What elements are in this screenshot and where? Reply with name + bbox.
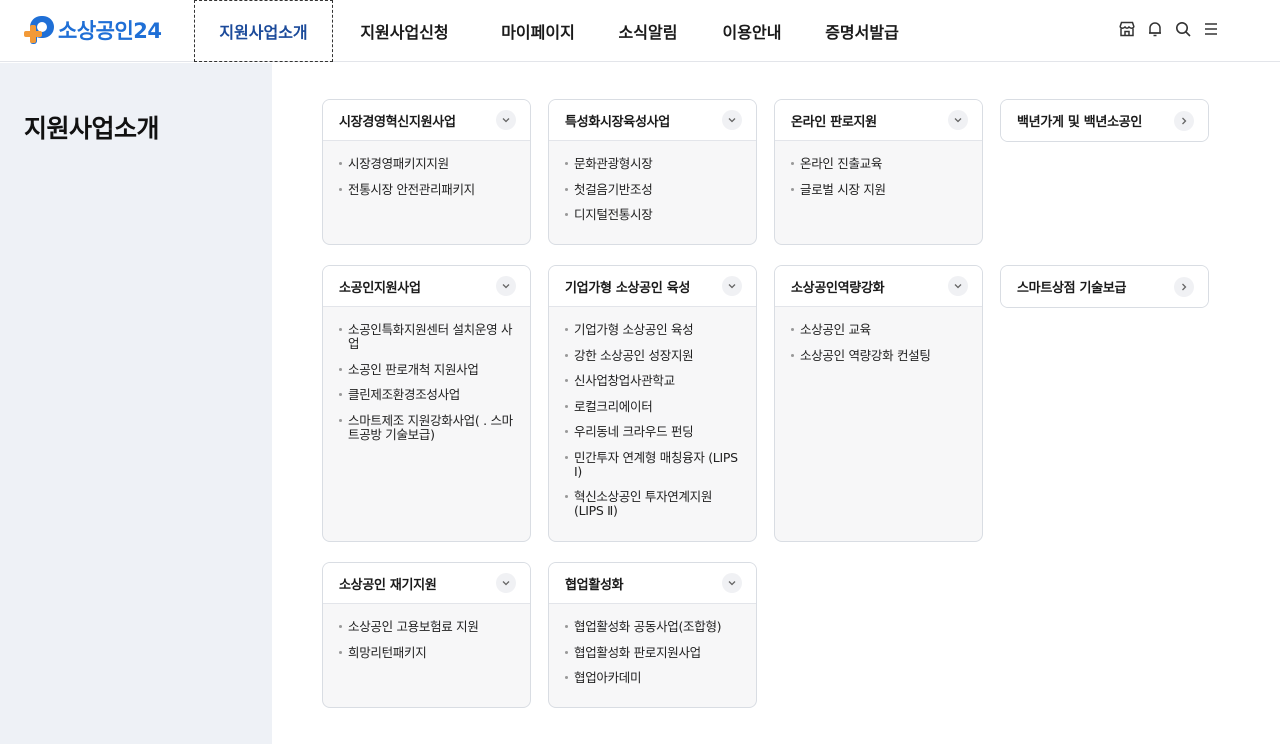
program-link[interactable]: 소공인 판로개척 지원사업 [339,362,516,377]
chevron-down-icon[interactable] [948,110,968,130]
program-link[interactable]: 기업가형 소상공인 육성 [565,323,742,337]
program-link[interactable]: 희망리턴패키지 [339,645,516,660]
category-title: 소상공인역량강화 [791,280,885,296]
category-card: 협업활성화 협업활성화 공동사업(조합형) 협업활성화 판로지원사업 협업아카데… [548,562,757,708]
program-link[interactable]: 소상공인 고용보험료 지원 [339,620,516,634]
category-title: 특성화시장육성사업 [565,114,670,130]
chevron-down-icon[interactable] [496,110,516,130]
program-link[interactable]: 첫걸음기반조성 [565,182,742,197]
program-link[interactable]: 로컬크리에이터 [565,399,742,414]
category-card-header[interactable]: 소상공인 재기지원 [323,563,530,604]
category-card: 기업가형 소상공인 육성 기업가형 소상공인 육성 강한 소상공인 성장지원 신… [548,265,757,542]
main-nav: 지원사업소개 지원사업신청 마이페이지 소식알림 이용안내 증명서발급 [194,0,910,62]
chevron-down-icon[interactable] [722,110,742,130]
bell-icon[interactable] [1146,18,1164,40]
chevron-down-icon[interactable] [722,573,742,593]
chevron-down-icon[interactable] [722,276,742,296]
program-link[interactable]: 소공인특화지원센터 설치운영 사업 [339,323,516,351]
category-card: 소상공인 재기지원 소상공인 고용보험료 지원 희망리턴패키지 [322,562,531,708]
program-link[interactable]: 소상공인 역량강화 컨설팅 [791,348,968,363]
category-card-header[interactable]: 특성화시장육성사업 [549,100,756,141]
category-card-header[interactable]: 소상공인역량강화 [775,266,982,307]
header-tools [1118,18,1220,40]
category-card: 시장경영혁신지원사업 시장경영패키지지원 전통시장 안전관리패키지 [322,99,531,245]
nav-item-mypage[interactable]: 마이페이지 [490,0,586,62]
program-link[interactable]: 온라인 진출교육 [791,157,968,171]
category-card: 온라인 판로지원 온라인 진출교육 글로벌 시장 지원 [774,99,983,245]
nav-item-guide[interactable]: 이용안내 [710,0,794,62]
nav-item-certificate[interactable]: 증명서발급 [814,0,910,62]
category-title: 소공인지원사업 [339,280,421,296]
page-title: 지원사업소개 [24,114,160,143]
program-link[interactable]: 클린제조환경조성사업 [339,388,516,402]
logo-mark-icon [24,14,56,46]
category-card-header[interactable]: 스마트상점 기술보급 [1001,266,1208,307]
program-link[interactable]: 우리동네 크라우드 펀딩 [565,425,742,439]
logo-text: 소상공인24 [58,19,162,43]
program-link[interactable]: 혁신소상공인 투자연계지원 (LIPS Ⅱ) [565,490,742,518]
store-icon[interactable] [1118,18,1136,40]
category-title: 스마트상점 기술보급 [1017,281,1127,296]
chevron-right-icon[interactable] [1174,276,1194,297]
chevron-down-icon[interactable] [496,276,516,296]
category-title: 온라인 판로지원 [791,114,877,130]
program-link[interactable]: 디지털전통시장 [565,208,742,222]
category-title: 백년가게 및 백년소공인 [1017,115,1143,130]
program-link[interactable]: 문화관광형시장 [565,157,742,171]
nav-item-support-apply[interactable]: 지원사업신청 [335,0,474,62]
category-card: 소상공인역량강화 소상공인 교육 소상공인 역량강화 컨설팅 [774,265,983,542]
program-link[interactable]: 협업아카데미 [565,671,742,685]
category-card-header[interactable]: 백년가게 및 백년소공인 [1001,100,1208,141]
chevron-down-icon[interactable] [948,276,968,296]
program-link[interactable]: 스마트제조 지원강화사업( . 스마트공방 기술보급) [339,413,516,442]
category-card-header[interactable]: 소공인지원사업 [323,266,530,307]
category-card-header[interactable]: 시장경영혁신지원사업 [323,100,530,141]
side-panel: 지원사업소개 [0,63,272,744]
program-link[interactable]: 협업활성화 공동사업(조합형) [565,620,742,634]
program-link[interactable]: 글로벌 시장 지원 [791,182,968,197]
category-card-header[interactable]: 협업활성화 [549,563,756,604]
site-header: 소상공인24 지원사업소개 지원사업신청 마이페이지 소식알림 이용안내 증명서… [0,0,1280,62]
category-title: 소상공인 재기지원 [339,577,437,593]
category-card: 소공인지원사업 소공인특화지원센터 설치운영 사업 소공인 판로개척 지원사업 … [322,265,531,542]
search-icon[interactable] [1174,18,1192,40]
chevron-right-icon[interactable] [1174,110,1194,131]
category-card-link[interactable]: 백년가게 및 백년소공인 [1000,99,1209,142]
category-title: 기업가형 소상공인 육성 [565,280,691,296]
nav-item-news[interactable]: 소식알림 [606,0,690,62]
category-card-header[interactable]: 온라인 판로지원 [775,100,982,141]
category-card-link[interactable]: 스마트상점 기술보급 [1000,265,1209,308]
program-link[interactable]: 시장경영패키지지원 [339,157,516,171]
chevron-down-icon[interactable] [496,573,516,593]
program-link[interactable]: 협업활성화 판로지원사업 [565,645,742,660]
category-card-header[interactable]: 기업가형 소상공인 육성 [549,266,756,307]
program-link[interactable]: 전통시장 안전관리패키지 [339,182,516,197]
program-link[interactable]: 신사업창업사관학교 [565,374,742,388]
menu-icon[interactable] [1202,18,1220,40]
nav-item-support-intro[interactable]: 지원사업소개 [194,0,333,62]
category-title: 협업활성화 [565,577,624,593]
program-link[interactable]: 민간투자 연계형 매칭융자 (LIPS Ⅰ) [565,450,742,479]
category-card: 특성화시장육성사업 문화관광형시장 첫걸음기반조성 디지털전통시장 [548,99,757,245]
site-logo[interactable]: 소상공인24 [24,14,162,46]
program-link[interactable]: 강한 소상공인 성장지원 [565,348,742,363]
program-link[interactable]: 소상공인 교육 [791,323,968,337]
category-title: 시장경영혁신지원사업 [339,114,456,130]
